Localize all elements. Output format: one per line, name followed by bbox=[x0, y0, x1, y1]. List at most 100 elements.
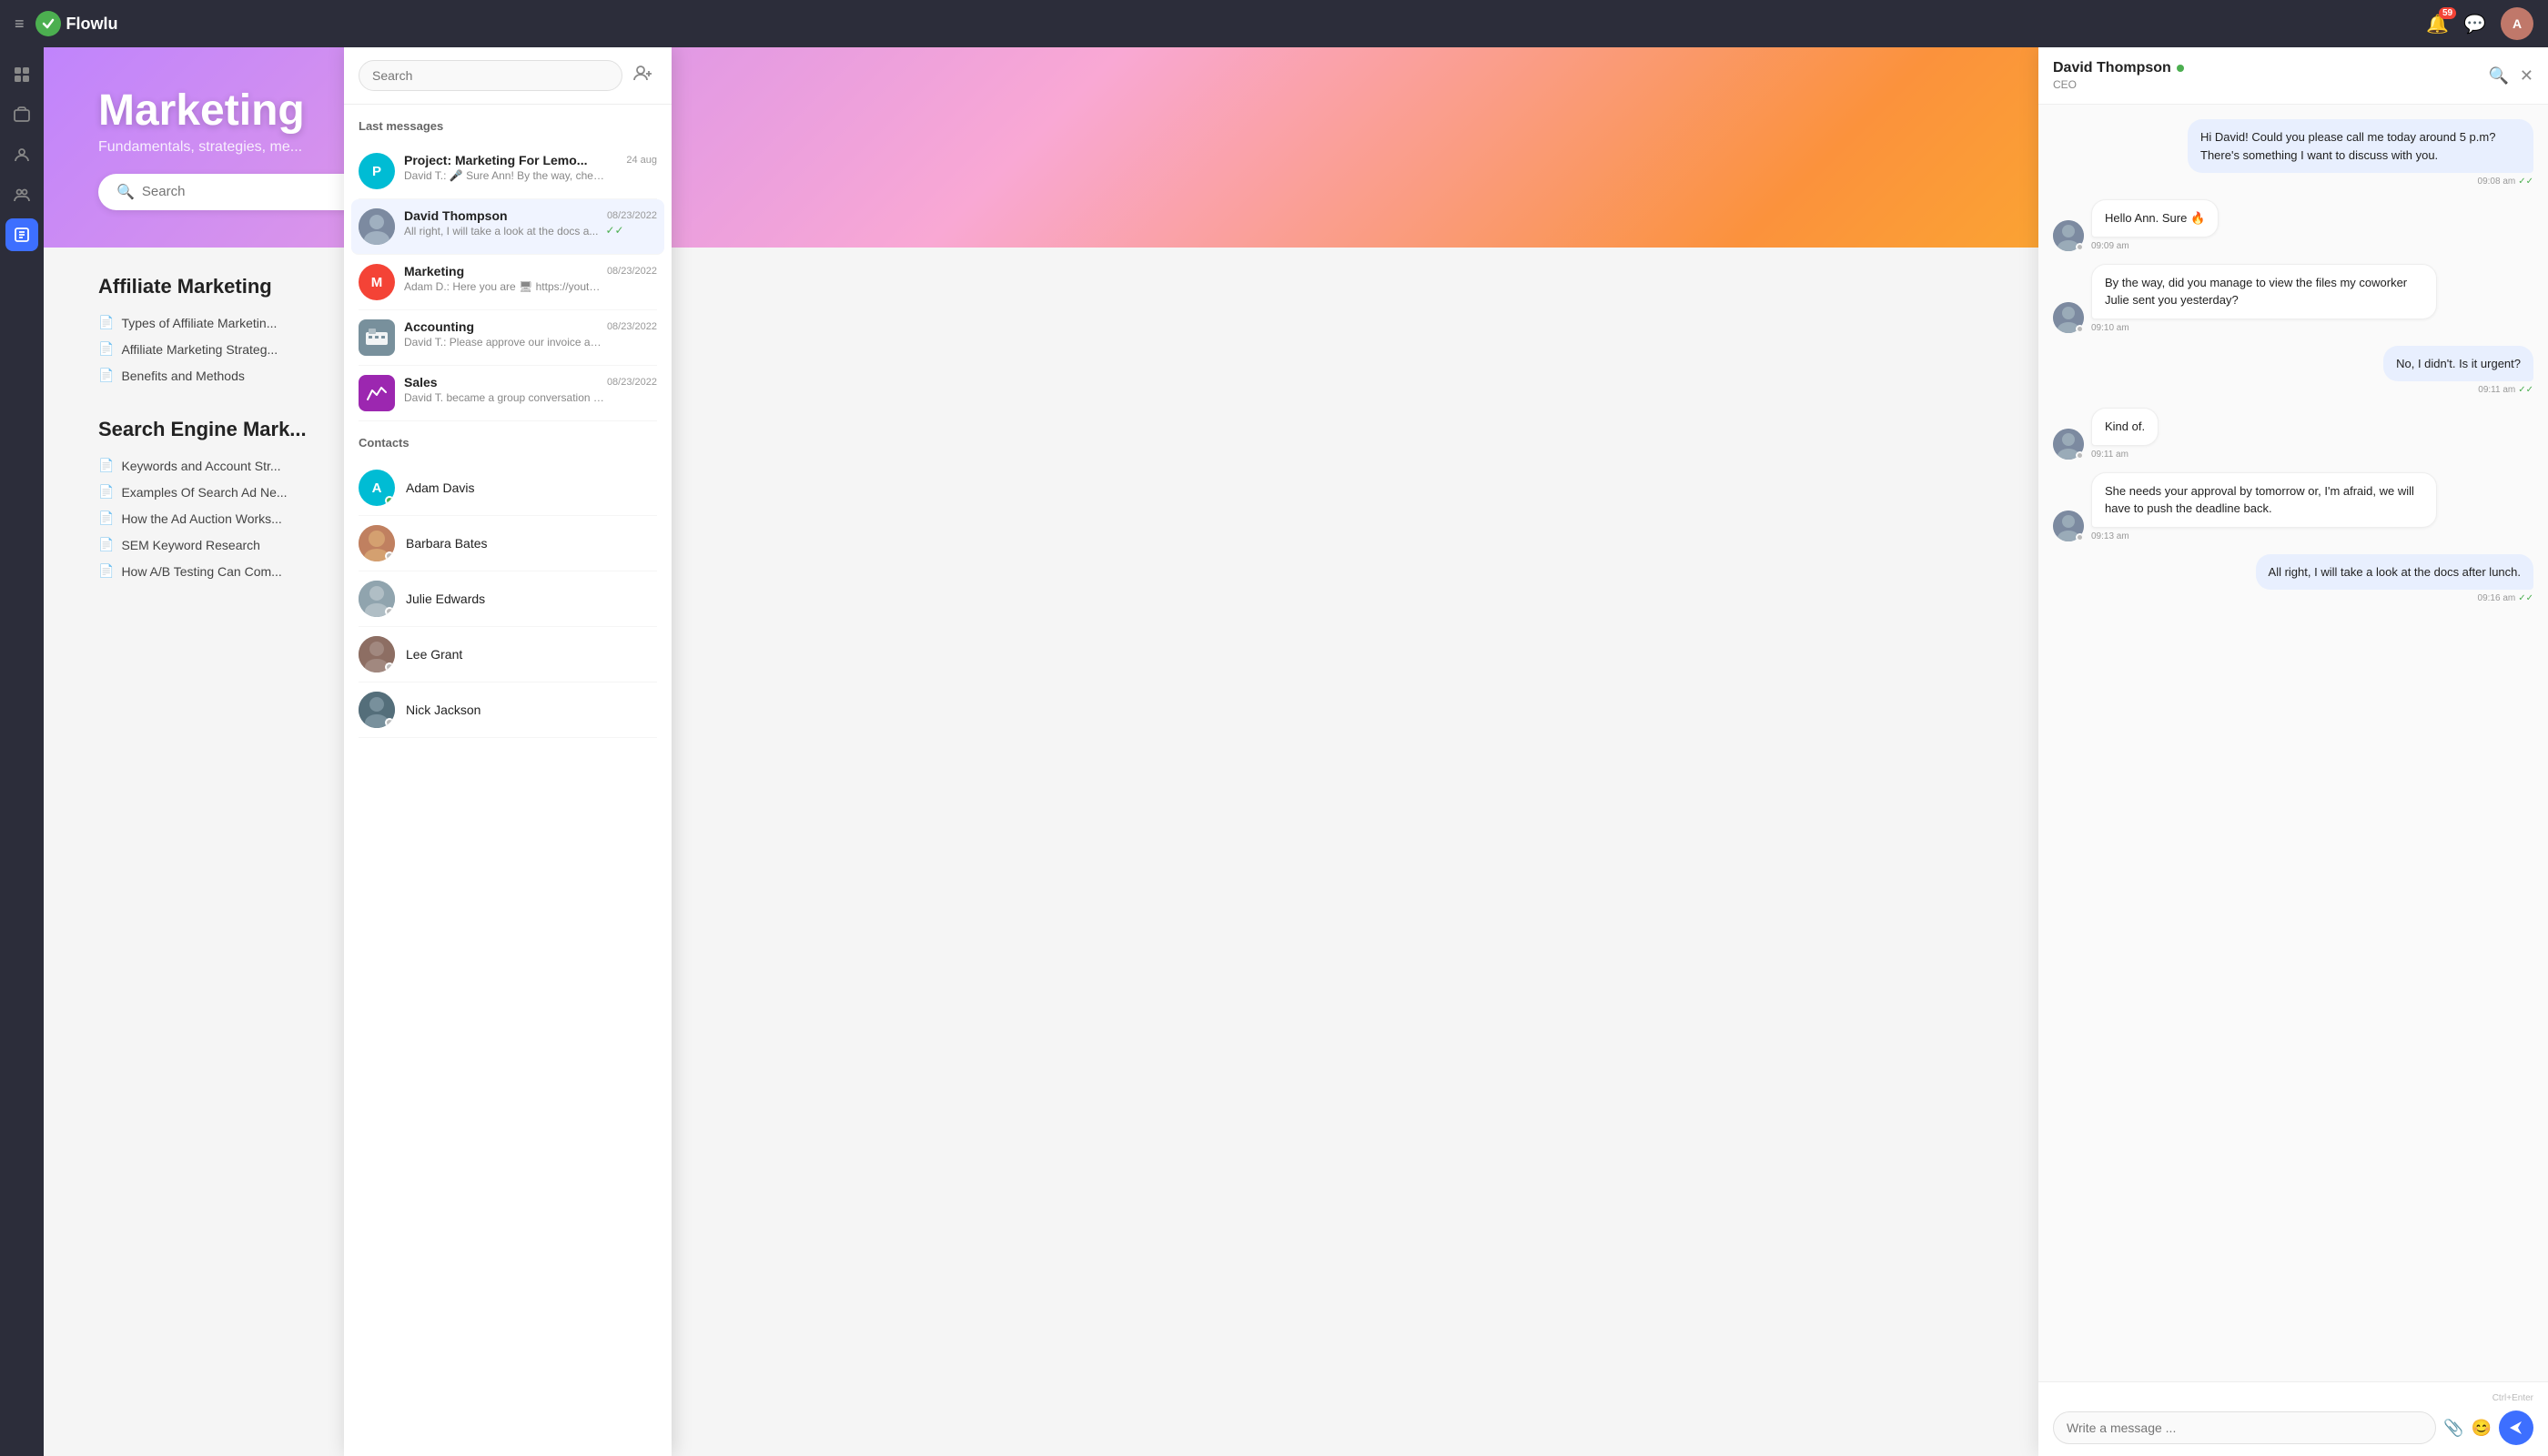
notifications-button[interactable]: 🔔 59 bbox=[2426, 13, 2449, 35]
article-title: SEM Keyword Research bbox=[121, 538, 260, 552]
contact-julie[interactable]: Julie Edwards bbox=[359, 571, 657, 627]
sidebar bbox=[0, 47, 44, 1456]
article-title: Benefits and Methods bbox=[121, 369, 244, 383]
message-avatar bbox=[359, 208, 395, 245]
online-indicator bbox=[385, 496, 394, 505]
kb-hero-subtitle: Fundamentals, strategies, me... bbox=[98, 139, 302, 156]
contact-adam[interactable]: A Adam Davis bbox=[359, 460, 657, 516]
message-item-david[interactable]: David Thompson 08/23/2022 All right, I w… bbox=[351, 199, 664, 255]
message-date: 08/23/2022 bbox=[607, 377, 657, 388]
message-time: 09:11 am ✓✓ bbox=[2478, 385, 2533, 395]
messages-search-input[interactable] bbox=[359, 60, 622, 91]
close-chat-icon[interactable]: ✕ bbox=[2520, 66, 2533, 86]
offline-indicator bbox=[385, 718, 394, 727]
message-time: 09:09 am bbox=[2091, 241, 2129, 251]
message-avatar bbox=[359, 375, 395, 411]
message-time: 09:11 am bbox=[2091, 450, 2128, 460]
chat-message-5: Kind of. 09:11 am bbox=[2053, 408, 2533, 460]
chat-header-info: David Thompson CEO bbox=[2053, 60, 2184, 91]
last-messages-label: Last messages bbox=[359, 119, 657, 133]
message-date: 08/23/2022 bbox=[607, 266, 657, 277]
read-check-icon: ✓✓ bbox=[605, 224, 623, 237]
sidebar-item-projects[interactable] bbox=[5, 98, 38, 131]
send-message-button[interactable] bbox=[2499, 1410, 2533, 1445]
message-name: Project: Marketing For Lemo... bbox=[404, 153, 587, 167]
article-icon: 📄 bbox=[98, 368, 114, 383]
chat-contact-role: CEO bbox=[2053, 78, 2184, 91]
message-preview: David T.: Please approve our invoice asa… bbox=[404, 336, 604, 349]
article-title: How A/B Testing Can Com... bbox=[121, 564, 281, 579]
article-icon: 📄 bbox=[98, 458, 114, 473]
chat-panel: David Thompson CEO 🔍 ✕ Hi David! Could y… bbox=[2038, 47, 2548, 1456]
add-people-icon[interactable] bbox=[630, 61, 657, 90]
message-preview: Adam D.: Here you are 🖥 https://youtu.b.… bbox=[404, 280, 604, 293]
emoji-icon[interactable]: 😊 bbox=[2472, 1419, 2492, 1438]
app-logo: Flowlu bbox=[35, 11, 118, 36]
offline-indicator bbox=[385, 607, 394, 616]
contacts-section: Contacts A Adam Davis Barbara Bates bbox=[359, 436, 657, 738]
message-item-accounting[interactable]: Accounting 08/23/2022 David T.: Please a… bbox=[359, 310, 657, 366]
message-item-sales[interactable]: Sales 08/23/2022 David T. became a group… bbox=[359, 366, 657, 421]
article-title: Affiliate Marketing Strateg... bbox=[121, 342, 278, 357]
sidebar-item-dashboard[interactable] bbox=[5, 58, 38, 91]
user-avatar[interactable]: A bbox=[2501, 7, 2533, 40]
message-info: Sales 08/23/2022 David T. became a group… bbox=[404, 375, 657, 404]
message-info: Marketing 08/23/2022 Adam D.: Here you a… bbox=[404, 264, 657, 293]
chat-offline-dot bbox=[2076, 451, 2084, 460]
message-bubble: No, I didn't. Is it urgent? bbox=[2383, 346, 2533, 382]
message-item-marketing[interactable]: M Marketing 08/23/2022 Adam D.: Here you… bbox=[359, 255, 657, 310]
topbar: ≡ Flowlu 🔔 59 💬 A bbox=[0, 0, 2548, 47]
message-avatar bbox=[359, 319, 395, 356]
topbar-right: 🔔 59 💬 A bbox=[2426, 7, 2533, 40]
message-bubble: Hi David! Could you please call me today… bbox=[2188, 119, 2533, 173]
article-title: Keywords and Account Str... bbox=[121, 459, 280, 473]
chat-message-2: Hello Ann. Sure 🔥 09:09 am bbox=[2053, 199, 2533, 251]
chat-message-input[interactable] bbox=[2053, 1411, 2436, 1444]
article-icon: 📄 bbox=[98, 484, 114, 500]
message-avatar: P bbox=[359, 153, 395, 189]
message-time: 09:13 am bbox=[2091, 531, 2129, 541]
article-title: Types of Affiliate Marketin... bbox=[121, 316, 277, 330]
contact-nick[interactable]: Nick Jackson bbox=[359, 682, 657, 738]
article-icon: 📄 bbox=[98, 537, 114, 552]
contact-lee[interactable]: Lee Grant bbox=[359, 627, 657, 682]
contact-name-lee: Lee Grant bbox=[406, 647, 462, 662]
menu-icon[interactable]: ≡ bbox=[15, 15, 25, 34]
kb-hero-title: Marketing bbox=[98, 86, 305, 136]
sidebar-item-knowledge[interactable] bbox=[5, 218, 38, 251]
sidebar-item-people[interactable] bbox=[5, 178, 38, 211]
message-item-project[interactable]: P Project: Marketing For Lemo... 24 aug … bbox=[359, 144, 657, 199]
sidebar-item-crm[interactable] bbox=[5, 138, 38, 171]
message-avatar: M bbox=[359, 264, 395, 300]
message-bubble: Kind of. bbox=[2091, 408, 2159, 446]
chat-message-7: All right, I will take a look at the doc… bbox=[2053, 554, 2533, 604]
message-date: 08/23/2022 bbox=[607, 321, 657, 332]
chat-message-6: She needs your approval by tomorrow or, … bbox=[2053, 472, 2533, 541]
contact-avatar-adam: A bbox=[359, 470, 395, 506]
message-time: 09:10 am bbox=[2091, 323, 2129, 333]
search-chat-icon[interactable]: 🔍 bbox=[2488, 66, 2508, 86]
message-preview: David T. became a group conversation ad.… bbox=[404, 391, 604, 404]
offline-indicator bbox=[385, 662, 394, 672]
article-icon: 📄 bbox=[98, 563, 114, 579]
chat-message-4: No, I didn't. Is it urgent? 09:11 am ✓✓ bbox=[2053, 346, 2533, 396]
chat-header: David Thompson CEO 🔍 ✕ bbox=[2038, 47, 2548, 105]
chat-offline-dot bbox=[2076, 243, 2084, 251]
message-time: 09:16 am ✓✓ bbox=[2478, 593, 2533, 603]
messages-icon[interactable]: 💬 bbox=[2463, 13, 2486, 35]
message-bubble: Hello Ann. Sure 🔥 bbox=[2091, 199, 2219, 238]
contact-name-nick: Nick Jackson bbox=[406, 703, 480, 717]
contact-avatar-julie bbox=[359, 581, 395, 617]
chat-avatar bbox=[2053, 511, 2084, 541]
contact-avatar-lee bbox=[359, 636, 395, 672]
contact-barbara[interactable]: Barbara Bates bbox=[359, 516, 657, 571]
chat-avatar bbox=[2053, 302, 2084, 333]
contact-avatar-barbara bbox=[359, 525, 395, 561]
message-name: Sales bbox=[404, 375, 438, 389]
message-bubble: All right, I will take a look at the doc… bbox=[2256, 554, 2533, 591]
contact-name-julie: Julie Edwards bbox=[406, 592, 485, 606]
chat-avatar bbox=[2053, 220, 2084, 251]
attach-file-icon[interactable]: 📎 bbox=[2443, 1419, 2463, 1438]
article-icon: 📄 bbox=[98, 341, 114, 357]
message-info: David Thompson 08/23/2022 All right, I w… bbox=[404, 208, 657, 238]
